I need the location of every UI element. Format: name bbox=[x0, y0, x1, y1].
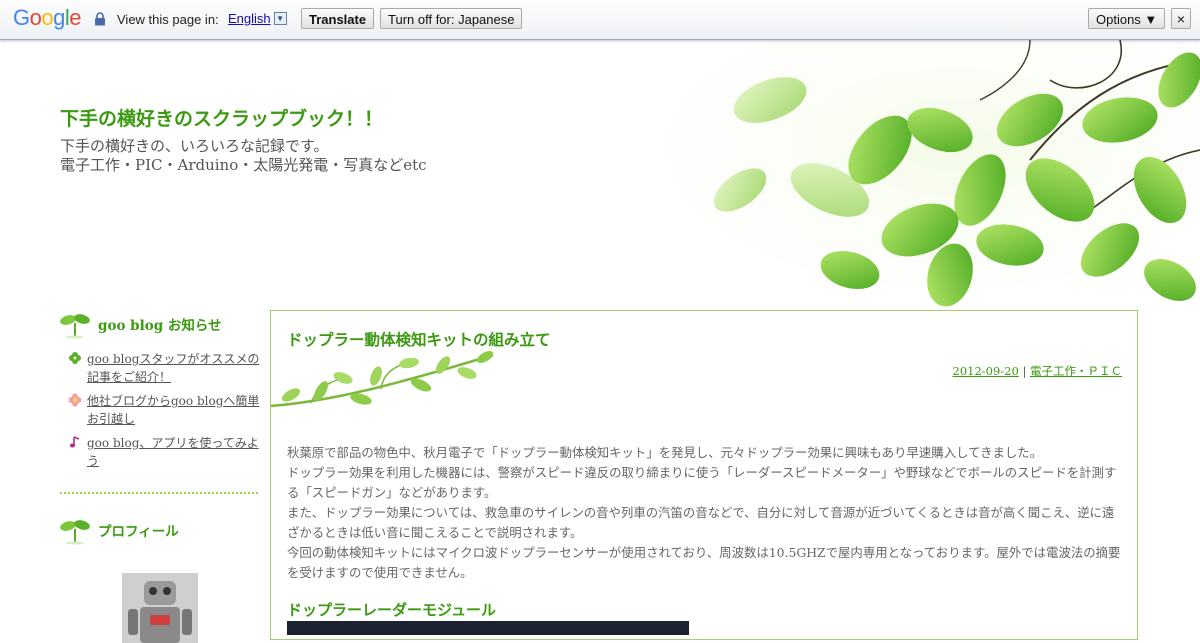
music-note-icon bbox=[69, 436, 80, 448]
flower-icon bbox=[68, 393, 82, 407]
entry-paragraph: 秋葉原で部品の物色中、秋月電子で「ドップラー動体検知キット」を発見し、元々ドップ… bbox=[287, 445, 1043, 460]
site-title[interactable]: 下手の横好きのスクラップブック！！ bbox=[60, 104, 383, 131]
vine-decoration-image bbox=[271, 351, 494, 408]
entry-meta: 2012-09-20 | 電子工作・ＰＩＣ bbox=[953, 363, 1123, 379]
radar-module-photo[interactable] bbox=[287, 621, 689, 635]
view-page-label: View this page in: bbox=[117, 12, 219, 27]
site-description: 下手の横好きの、いろいろな記録です。 電子工作・PIC・Arduino・太陽光発… bbox=[60, 137, 427, 175]
notice-title: goo blog お知らせ bbox=[98, 318, 222, 334]
translate-bar: Google View this page in: English ▼ Tran… bbox=[0, 0, 1200, 40]
sidebar-divider bbox=[60, 492, 258, 494]
notice-list: goo blogスタッフがオススメの記事をご紹介！ 他社ブログからgoo blo… bbox=[60, 350, 260, 470]
dropdown-arrow-icon[interactable]: ▼ bbox=[273, 12, 287, 25]
notice-heading: goo blog お知らせ bbox=[60, 306, 260, 342]
entry-date-link[interactable]: 2012-09-20 bbox=[953, 364, 1019, 378]
leaves-header-image bbox=[650, 40, 1200, 310]
language-link[interactable]: English bbox=[228, 11, 271, 26]
list-item: goo blogスタッフがオススメの記事をご紹介！ bbox=[60, 350, 260, 386]
clover-icon bbox=[69, 352, 81, 364]
options-button[interactable]: Options ▼ bbox=[1088, 8, 1166, 29]
turn-off-button[interactable]: Turn off for: Japanese bbox=[380, 8, 523, 29]
blog-entry: ドップラー動体検知キットの組み立て 2012-09-20 | 電子工作・ＰＩＣ … bbox=[270, 310, 1138, 640]
entry-paragraph: また、ドップラー効果については、救急車のサイレンの音や列車の汽笛の音などで、自分… bbox=[287, 505, 1115, 540]
entry-paragraph: ドップラー効果を利用した機器には、警察がスピード違反の取り締まりに使う「レーダー… bbox=[287, 465, 1117, 500]
google-logo: Google bbox=[13, 5, 82, 30]
avatar[interactable] bbox=[122, 573, 198, 643]
profile-title: プロフィール bbox=[98, 524, 179, 540]
entry-title[interactable]: ドップラー動体検知キットの組み立て bbox=[287, 328, 551, 350]
notice-link-migration[interactable]: 他社ブログからgoo blogへ簡単お引越し bbox=[87, 394, 259, 426]
translate-button[interactable]: Translate bbox=[301, 8, 375, 29]
entry-paragraph: 今回の動体検知キットにはマイクロ波ドップラーセンサーが使用されており、周波数は1… bbox=[287, 545, 1121, 580]
list-item: 他社ブログからgoo blogへ簡単お引越し bbox=[60, 392, 260, 428]
lock-icon bbox=[95, 12, 105, 26]
description-line-1: 下手の横好きの、いろいろな記録です。 bbox=[60, 137, 329, 155]
sprout-icon bbox=[60, 520, 90, 545]
notice-link-staff-picks[interactable]: goo blogスタッフがオススメの記事をご紹介！ bbox=[87, 352, 259, 384]
sidebar: goo blog お知らせ goo blogスタッフがオススメの記事をご紹介！ … bbox=[60, 306, 260, 643]
meta-separator: | bbox=[1022, 364, 1027, 378]
sprout-icon bbox=[60, 314, 90, 339]
notice-link-app[interactable]: goo blog、アプリを使ってみよう bbox=[87, 436, 259, 468]
entry-subheading: ドップラーレーダーモジュール bbox=[287, 601, 496, 619]
close-button[interactable]: × bbox=[1171, 8, 1191, 29]
entry-body: 秋葉原で部品の物色中、秋月電子で「ドップラー動体検知キット」を発見し、元々ドップ… bbox=[287, 443, 1123, 583]
entry-category-link[interactable]: 電子工作・ＰＩＣ bbox=[1030, 364, 1122, 378]
list-item: goo blog、アプリを使ってみよう bbox=[60, 434, 260, 470]
description-line-2: 電子工作・PIC・Arduino・太陽光発電・写真などetc bbox=[60, 156, 427, 174]
language-select[interactable]: English ▼ bbox=[228, 11, 287, 26]
profile-heading: プロフィール bbox=[60, 512, 260, 548]
